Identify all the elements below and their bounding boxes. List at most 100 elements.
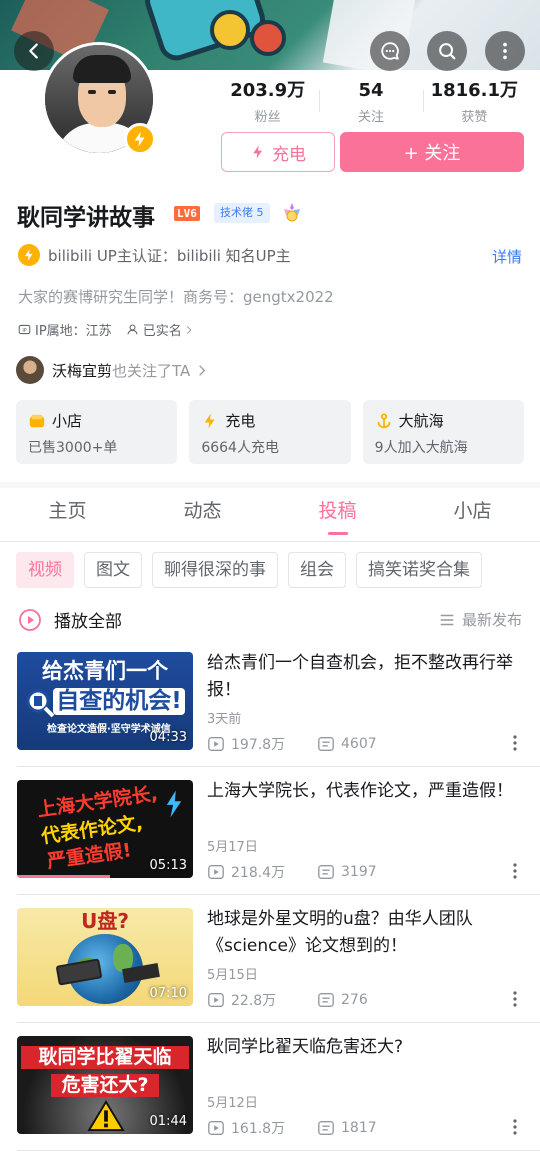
video-thumbnail[interactable]: 上海大学院长, 代表作论文, 严重造假! 05:13 xyxy=(17,780,193,878)
video-item[interactable]: U盘? 07:10 地球是外星文明的u盘？由华人团队《science》论文想到的… xyxy=(0,908,540,1036)
medal-icon[interactable] xyxy=(280,201,304,225)
more-vertical-icon xyxy=(503,42,507,60)
feature-cards: 小店 已售3000+单 充电 6664人充电 大航海 9人加入大航海 xyxy=(16,400,524,464)
likes-label: 获赞 xyxy=(461,110,488,125)
video-item[interactable]: 上海大学院长, 代表作论文, 严重造假! 05:13 上海大学院长，代表作论文，… xyxy=(0,780,540,908)
chevron-right-icon xyxy=(186,325,192,334)
warning-icon xyxy=(87,1100,125,1132)
chat-bubble-icon xyxy=(381,42,399,60)
person-icon xyxy=(127,324,138,335)
video-stats: 197.8万 4607 xyxy=(207,734,427,754)
message-button[interactable] xyxy=(370,31,410,71)
video-item[interactable]: 耿同学比翟天临 危害还大? 01:44 耿同学比翟天临危害还大? 5月12日 1… xyxy=(0,1036,540,1151)
real-name-text: 已实名 xyxy=(142,324,182,339)
video-duration: 05:13 xyxy=(149,858,187,873)
svg-text:IP: IP xyxy=(22,328,26,334)
video-title[interactable]: 上海大学院长，代表作论文，严重造假！ xyxy=(207,778,525,805)
likes-count: 1816.1万 xyxy=(430,80,519,101)
fans-label: 粉丝 xyxy=(254,110,281,125)
video-date: 5月12日 xyxy=(207,1096,258,1111)
verification-line: bilibili UP主认证：bilibili 知名UP主 xyxy=(18,244,291,266)
more-vertical-icon[interactable] xyxy=(512,862,518,880)
chip-image-text[interactable]: 图文 xyxy=(84,552,142,588)
sort-button[interactable]: 最新发布 xyxy=(438,609,522,630)
video-duration: 01:44 xyxy=(149,1114,187,1129)
video-thumbnail[interactable]: 耿同学比翟天临 危害还大? 01:44 xyxy=(17,1036,193,1134)
verified-bolt-icon xyxy=(124,123,156,155)
lightning-icon xyxy=(166,790,182,818)
danmaku-count: 1817 xyxy=(341,1120,377,1136)
tab-shop[interactable]: 小店 xyxy=(405,496,540,538)
play-all-button[interactable]: 播放全部 xyxy=(18,607,122,632)
bolt-icon xyxy=(205,413,215,428)
ip-location-text: IP属地：江苏 xyxy=(35,324,112,339)
real-name-status[interactable]: 已实名 xyxy=(126,320,192,339)
ip-location: IP IP属地：江苏 xyxy=(18,320,112,339)
follow-button[interactable]: + 关注 xyxy=(340,132,524,172)
danmaku-icon xyxy=(318,737,334,751)
play-count-icon xyxy=(208,737,224,751)
danmaku-count: 3197 xyxy=(341,864,377,880)
video-date: 3天前 xyxy=(207,712,242,727)
video-stats: 161.8万 1817 xyxy=(207,1118,427,1138)
thumbnail-text: U盘? xyxy=(81,909,129,933)
profile-stats: 203.9万 粉丝 54 关注 1816.1万 获赞 xyxy=(216,80,526,125)
video-date: 5月15日 xyxy=(207,968,258,983)
play-circle-icon xyxy=(19,608,41,631)
video-title[interactable]: 地球是外星文明的u盘？由华人团队《science》论文想到的！ xyxy=(207,906,525,960)
list-sort-icon xyxy=(440,614,454,625)
video-item[interactable]: 给杰青们一个 自查的机会! 检查论文造假·坚守学术诚信 04:33 给杰青们一个… xyxy=(0,652,540,780)
magnifier-doc-icon xyxy=(26,689,55,718)
search-button[interactable] xyxy=(427,31,467,71)
tabs-divider xyxy=(0,541,540,542)
card-voyage[interactable]: 大航海 9人加入大航海 xyxy=(362,400,524,464)
anchor-icon xyxy=(377,412,390,428)
chevron-left-icon xyxy=(29,43,38,59)
following-label: 关注 xyxy=(357,110,384,125)
shop-icon xyxy=(29,414,45,427)
mutual-follow[interactable]: 沃梅宜剪 也关注了TA xyxy=(16,356,206,384)
view-count: 22.8万 xyxy=(231,993,277,1009)
chip-deep-talk[interactable]: 聊得很深的事 xyxy=(152,552,278,588)
danmaku-icon xyxy=(318,1121,334,1135)
danmaku-icon xyxy=(318,993,334,1007)
level-badge: LV6 xyxy=(174,206,200,221)
chip-group-meeting[interactable]: 组会 xyxy=(288,552,346,588)
more-vertical-icon[interactable] xyxy=(512,990,518,1008)
stat-following[interactable]: 54 关注 xyxy=(319,80,422,125)
stat-fans[interactable]: 203.9万 粉丝 xyxy=(216,80,319,125)
tab-home[interactable]: 主页 xyxy=(0,496,135,538)
play-count-icon xyxy=(208,993,224,1007)
danmaku-count: 276 xyxy=(341,992,368,1008)
view-count: 218.4万 xyxy=(231,865,286,881)
tab-uploads[interactable]: 投稿 xyxy=(270,496,405,538)
chip-video[interactable]: 视频 xyxy=(16,552,74,588)
video-title[interactable]: 给杰青们一个自查机会，拒不整改再行举报！ xyxy=(207,650,525,704)
item-divider xyxy=(17,766,540,767)
card-shop[interactable]: 小店 已售3000+单 xyxy=(16,400,178,464)
video-thumbnail[interactable]: U盘? 07:10 xyxy=(17,908,193,1006)
card-charge[interactable]: 充电 6664人充电 xyxy=(189,400,351,464)
mutual-avatar xyxy=(16,356,44,384)
more-vertical-icon[interactable] xyxy=(512,734,518,752)
card-title: 小店 xyxy=(52,412,83,430)
play-count-icon xyxy=(208,1121,224,1135)
chip-ig-nobel[interactable]: 搞笑诺奖合集 xyxy=(356,552,482,588)
video-thumbnail[interactable]: 给杰青们一个 自查的机会! 检查论文造假·坚守学术诚信 04:33 xyxy=(17,652,193,750)
more-button[interactable] xyxy=(485,31,525,71)
meta-line: IP IP属地：江苏 已实名 xyxy=(18,320,192,339)
tab-dynamic[interactable]: 动态 xyxy=(135,496,270,538)
card-subtitle: 6664人充电 xyxy=(201,440,279,456)
detail-link[interactable]: 详情 xyxy=(492,246,522,267)
video-title[interactable]: 耿同学比翟天临危害还大? xyxy=(207,1034,525,1061)
stat-likes[interactable]: 1816.1万 获赞 xyxy=(422,80,526,125)
tech-tag-badge[interactable]: 技术佬 5 xyxy=(214,203,270,223)
item-divider xyxy=(17,1022,540,1023)
ip-icon: IP xyxy=(18,324,31,335)
thumbnail-text: 自查的机会! xyxy=(53,688,185,716)
thumbnail-text: 给杰青们一个 xyxy=(42,659,168,683)
card-title: 大航海 xyxy=(398,412,444,430)
more-vertical-icon[interactable] xyxy=(512,1118,518,1136)
charge-button[interactable]: 充电 xyxy=(221,132,335,172)
item-divider xyxy=(17,894,540,895)
